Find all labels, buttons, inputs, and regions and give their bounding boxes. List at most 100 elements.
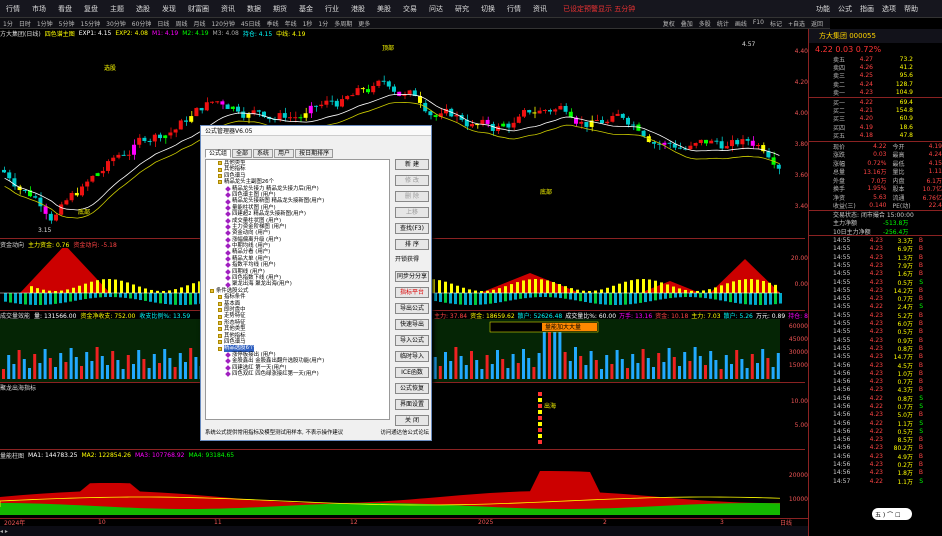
- flow-bar: [754, 293, 757, 305]
- period-2[interactable]: 1分钟: [37, 19, 53, 28]
- forum-link[interactable]: 访问通达信公式论坛: [380, 428, 429, 436]
- dialog-tab-0[interactable]: 公式组: [205, 149, 232, 158]
- period-6[interactable]: 60分钟: [132, 19, 152, 28]
- menu-item-5[interactable]: 选股: [136, 4, 150, 14]
- period-7[interactable]: 日线: [157, 19, 169, 28]
- menu-item-18[interactable]: 切换: [481, 4, 495, 14]
- period-4[interactable]: 15分钟: [81, 19, 101, 28]
- tree-item[interactable]: 四色双红 四色绿涨接红第一天(用户): [206, 371, 389, 377]
- period-13[interactable]: 年线: [285, 19, 297, 28]
- tick-list[interactable]: 14:55 4.23 3.3万 B 14:55 4.23 6.9万 B 14:55 4.23 1.3…: [809, 235, 942, 486]
- dialog-button-14[interactable]: 公式恢复: [395, 383, 429, 394]
- tool-6[interactable]: 标记: [770, 19, 782, 28]
- dialog-button-9[interactable]: 导出公式: [395, 303, 429, 314]
- menu-item-9[interactable]: 数据: [247, 4, 261, 14]
- menu-item-10[interactable]: 期货: [273, 4, 287, 14]
- dialog-tab-3[interactable]: 用户: [274, 149, 295, 158]
- tool-0[interactable]: 复权: [663, 19, 675, 28]
- dialog-button-1[interactable]: 修 改: [395, 175, 429, 186]
- dialog-button-6[interactable]: 开锁获得: [395, 255, 429, 266]
- dialog-button-8[interactable]: 指标平台: [395, 287, 429, 298]
- period-3[interactable]: 5分钟: [59, 19, 75, 28]
- menu-item-11[interactable]: 基金: [299, 4, 313, 14]
- dialog-tab-1[interactable]: 全部: [232, 149, 253, 158]
- menu-right-item-1[interactable]: 公式: [838, 4, 852, 14]
- order-book: 卖五 4.27 73.2 卖四 4.26 41.2 卖三 4.25 95.6 卖二 4.24 128.…: [809, 55, 942, 140]
- ask-row-4[interactable]: 卖一 4.23 104.9: [809, 89, 942, 97]
- tool-8[interactable]: 返回: [811, 19, 823, 28]
- menu-item-4[interactable]: 主题: [110, 4, 124, 14]
- tick-time: 14:55: [833, 328, 851, 336]
- menu-item-3[interactable]: 复盘: [84, 4, 98, 14]
- period-15[interactable]: 1分: [318, 19, 328, 28]
- dialog-tab-2[interactable]: 系统: [253, 149, 274, 158]
- menu-item-0[interactable]: 行情: [6, 4, 20, 14]
- menu-item-14[interactable]: 美股: [377, 4, 391, 14]
- candle-body: [355, 88, 360, 96]
- flow-bar: [24, 293, 27, 305]
- tool-3[interactable]: 统计: [717, 19, 729, 28]
- menu-item-6[interactable]: 发现: [162, 4, 176, 14]
- formula-tree[interactable]: 其他类型 其他指标 四色谱马 精品龙头主副图26个 精品龙头接力 精品龙头接力后(用户)…: [205, 159, 390, 420]
- menu-item-15[interactable]: 交易: [403, 4, 417, 14]
- menu-item-16[interactable]: 问达: [429, 4, 443, 14]
- main-indicator-name[interactable]: 四色谱主图: [45, 29, 75, 38]
- dialog-button-16[interactable]: 关 闭: [395, 415, 429, 426]
- menu-item-1[interactable]: 市场: [32, 4, 46, 14]
- menu-right-item-3[interactable]: 选项: [882, 4, 896, 14]
- flow-bar-y: [684, 289, 687, 293]
- period-1[interactable]: 日时: [19, 19, 31, 28]
- dialog-button-15[interactable]: 界面设置: [395, 399, 429, 410]
- dialog-button-7[interactable]: 同步分分享: [395, 271, 429, 282]
- tool-4[interactable]: 画线: [735, 19, 747, 28]
- flow-bar-y: [132, 284, 135, 293]
- dialog-button-5[interactable]: 排 序: [395, 239, 429, 250]
- dialog-button-13[interactable]: ICE函数: [395, 367, 429, 378]
- period-17[interactable]: 更多: [358, 19, 370, 28]
- volume-bar: [142, 359, 146, 379]
- volume-bar-chart[interactable]: [0, 459, 805, 518]
- tool-7[interactable]: +自选: [788, 19, 805, 28]
- dialog-button-4[interactable]: 查找(F3): [395, 223, 429, 234]
- period-8[interactable]: 周线: [175, 19, 187, 28]
- flow-bar: [639, 293, 642, 303]
- dialog-button-12[interactable]: 临时导入: [395, 351, 429, 362]
- tick-side: B: [918, 328, 923, 336]
- period-5[interactable]: 30分钟: [106, 19, 126, 28]
- menu-item-8[interactable]: 资讯: [221, 4, 235, 14]
- dialog-tab-4[interactable]: 按日期排序: [295, 149, 334, 158]
- period-16[interactable]: 多周期: [334, 19, 352, 28]
- menu-item-12[interactable]: 行业: [325, 4, 339, 14]
- menu-right-item-0[interactable]: 功能: [816, 4, 830, 14]
- period-0[interactable]: 1分: [3, 19, 13, 28]
- menu-item-13[interactable]: 港股: [351, 4, 365, 14]
- quote-title[interactable]: 方大集团 000055: [809, 29, 942, 43]
- period-11[interactable]: 45日线: [241, 19, 261, 28]
- period-10[interactable]: 120分钟: [211, 19, 234, 28]
- dialog-button-2[interactable]: 删 除: [395, 191, 429, 202]
- menu-item-17[interactable]: 研究: [455, 4, 469, 14]
- menu-item-20[interactable]: 资讯: [533, 4, 547, 14]
- volume-bar: [511, 354, 515, 379]
- dialog-button-3[interactable]: 上移: [395, 207, 429, 218]
- menu-item-2[interactable]: 看盘: [58, 4, 72, 14]
- tool-2[interactable]: 多股: [699, 19, 711, 28]
- period-12[interactable]: 季线: [267, 19, 279, 28]
- dialog-button-10[interactable]: 快速导出: [395, 319, 429, 330]
- tool-5[interactable]: F10: [753, 19, 764, 28]
- menu-right-item-2[interactable]: 指画: [860, 4, 874, 14]
- tool-1[interactable]: 叠加: [681, 19, 693, 28]
- ime-indicator[interactable]: 五 ) ⌒ ☐: [872, 508, 912, 520]
- dialog-button-11[interactable]: 导入公式: [395, 335, 429, 346]
- menu-item-19[interactable]: 行情: [507, 4, 521, 14]
- menu-right-item-4[interactable]: 帮助: [904, 4, 918, 14]
- flow-bar: [534, 293, 537, 298]
- dialog-title-bar[interactable]: 公式管理器V6.05: [201, 126, 431, 136]
- menu-item-7[interactable]: 财富圈: [188, 4, 209, 14]
- period-14[interactable]: 1秒: [303, 19, 313, 28]
- flow-bar-y: [444, 281, 447, 293]
- bid-row-4[interactable]: 买五 4.18 47.8: [809, 132, 942, 140]
- dialog-button-0[interactable]: 新 建: [395, 159, 429, 170]
- tick-row: 14:56 4.23 0.2万 B: [809, 460, 942, 469]
- period-9[interactable]: 月线: [193, 19, 205, 28]
